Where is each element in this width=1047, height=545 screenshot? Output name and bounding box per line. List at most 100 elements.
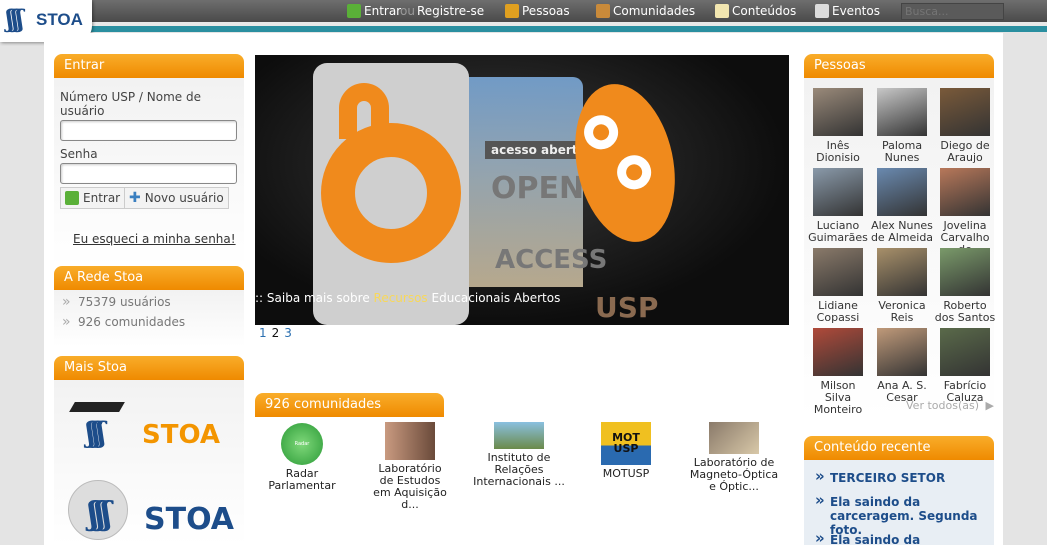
community-motusp[interactable]: MOT USP MOTUSP bbox=[596, 422, 656, 480]
communities-panel: 926 comunidades bbox=[255, 393, 444, 417]
caption-suffix: Educacionais Abertos bbox=[427, 291, 561, 305]
avatar bbox=[813, 328, 863, 376]
community-thumbnail bbox=[385, 422, 435, 460]
community-thumbnail: Radar Parlamentar bbox=[281, 423, 323, 489]
login-panel-title: Entrar bbox=[54, 54, 244, 78]
community-lab-estudos[interactable]: Laboratório de Estudos em Aquisição d... bbox=[370, 422, 450, 511]
community-name: Instituto de Relações Internacionais ... bbox=[473, 451, 565, 488]
mais-stoa-panel: Mais Stoa ʃʃʃ STOA ʃʃʃ STOA bbox=[54, 356, 244, 545]
slideshow-caption[interactable]: :: Saiba mais sobre Recursos Educacionai… bbox=[255, 291, 789, 305]
password-label: Senha bbox=[60, 147, 98, 161]
nav-login-label: Entrar bbox=[364, 4, 402, 18]
topbar-stripe bbox=[0, 26, 1047, 32]
recent-item[interactable]: Ela saindo da carceragem. bbox=[814, 531, 989, 545]
users-count[interactable]: 75379 usuários bbox=[54, 292, 244, 312]
community-radar-parlamentar[interactable]: Radar Parlamentar Radar Parlamentar bbox=[255, 423, 349, 492]
search-input[interactable] bbox=[901, 3, 1004, 20]
person-name: Paloma Nunes bbox=[881, 139, 923, 164]
community-instituto-relacoes[interactable]: Instituto de Relações Internacionais ... bbox=[464, 422, 574, 488]
community-thumbnail bbox=[494, 422, 544, 449]
rede-stoa-title: A Rede Stoa bbox=[54, 266, 244, 290]
recent-content-body: TERCEIRO SETOR Ela saindo da carceragem.… bbox=[804, 460, 994, 545]
nav-events[interactable]: Eventos bbox=[815, 4, 880, 18]
avatar bbox=[877, 248, 927, 296]
nav-register[interactable]: Registre-se bbox=[417, 4, 484, 18]
nav-contents[interactable]: Conteúdos bbox=[715, 4, 796, 18]
person-card[interactable]: Ana A. S. Cesar bbox=[870, 328, 934, 404]
pager-page-1[interactable]: 1 bbox=[259, 326, 267, 340]
mais-stoa-body: ʃʃʃ STOA ʃʃʃ STOA bbox=[54, 380, 244, 545]
avatar bbox=[813, 168, 863, 216]
featured-slideshow[interactable]: acesso aberto OPEN ACCESS USP :: Saiba m… bbox=[255, 55, 789, 325]
open-text: OPEN bbox=[491, 171, 585, 206]
person-card[interactable]: Roberto dos Santos bbox=[933, 248, 997, 324]
person-card[interactable]: Milson Silva Monteiro bbox=[806, 328, 870, 416]
person-card[interactable]: Fabrício Caluza bbox=[933, 328, 997, 404]
username-field[interactable] bbox=[60, 120, 237, 141]
arrow-right-icon: ▶ bbox=[985, 399, 994, 412]
stoa-mark-icon: ʃʃʃ bbox=[88, 494, 112, 532]
page-content: Entrar Número USP / Nome de usuário Senh… bbox=[44, 33, 1003, 545]
nav-people[interactable]: Pessoas bbox=[505, 4, 570, 18]
person-card[interactable]: Jovelina Carvalho de bbox=[933, 168, 997, 256]
person-name: Milson Silva Monteiro bbox=[813, 379, 863, 416]
plus-icon: ✚ bbox=[129, 190, 141, 206]
nav-contents-label: Conteúdos bbox=[732, 4, 797, 18]
recent-item[interactable]: Ela saindo da carceragem. Segunda foto. bbox=[814, 493, 989, 537]
new-user-button[interactable]: ✚ Novo usuário bbox=[124, 187, 229, 209]
person-name: Luciano Guimarães bbox=[808, 219, 868, 244]
person-card[interactable]: Lidiane Copassi bbox=[806, 248, 870, 324]
nav-login[interactable]: Entrar bbox=[347, 4, 401, 18]
rede-stoa-panel: A Rede Stoa 75379 usuários 926 comunidad… bbox=[54, 266, 244, 346]
forgot-password-link[interactable]: Eu esqueci a minha senha! bbox=[73, 232, 236, 246]
stoa-wiki-logo-text: STOA bbox=[144, 502, 234, 537]
community-thumbnail bbox=[709, 422, 759, 454]
avatar bbox=[940, 248, 990, 296]
see-all-people-link[interactable]: Ver todos(as) ▶ bbox=[906, 399, 994, 412]
communities-icon bbox=[596, 4, 610, 18]
mais-stoa-title: Mais Stoa bbox=[54, 356, 244, 380]
avatar bbox=[877, 88, 927, 136]
community-name: Radar Parlamentar bbox=[268, 467, 336, 492]
see-all-label: Ver todos(as) bbox=[906, 399, 979, 412]
username-label: Número USP / Nome de usuário bbox=[60, 90, 201, 118]
caption-link[interactable]: Recursos bbox=[374, 291, 428, 305]
avatar bbox=[877, 168, 927, 216]
person-card[interactable]: Inês Dionisio bbox=[806, 88, 870, 164]
person-name: Veronica Reis bbox=[878, 299, 926, 324]
people-panel-title: Pessoas bbox=[804, 54, 994, 78]
recent-item[interactable]: TERCEIRO SETOR bbox=[814, 469, 989, 485]
person-card[interactable]: Luciano Guimarães bbox=[806, 168, 870, 244]
person-name: Diego de Araujo bbox=[940, 139, 990, 164]
avatar bbox=[940, 88, 990, 136]
pager-page-2[interactable]: 2 bbox=[272, 326, 280, 340]
avatar bbox=[813, 88, 863, 136]
nav-events-label: Eventos bbox=[832, 4, 880, 18]
people-icon bbox=[505, 4, 519, 18]
community-name: Laboratório de Magneto-Óptica e Óptic... bbox=[689, 456, 779, 493]
people-panel: Pessoas Inês Dionisio Paloma Nunes Diego d… bbox=[804, 54, 997, 418]
stoa-logo-text: STOA bbox=[142, 420, 220, 450]
login-icon bbox=[347, 4, 361, 18]
recent-content-panel: Conteúdo recente TERCEIRO SETOR Ela sain… bbox=[804, 436, 994, 545]
open-access-card bbox=[313, 63, 469, 325]
login-button-label: Entrar bbox=[83, 191, 121, 205]
nav-communities[interactable]: Comunidades bbox=[596, 4, 695, 18]
avatar bbox=[940, 328, 990, 376]
person-name: Inês Dionisio bbox=[816, 139, 860, 164]
avatar bbox=[877, 328, 927, 376]
person-card[interactable]: Veronica Reis bbox=[870, 248, 934, 324]
community-lab-magneto[interactable]: Laboratório de Magneto-Óptica e Óptic... bbox=[686, 422, 782, 493]
communities-title: 926 comunidades bbox=[255, 393, 444, 417]
nav-register-label: Registre-se bbox=[417, 4, 485, 18]
person-card[interactable]: Diego de Araujo bbox=[933, 88, 997, 164]
person-card[interactable]: Alex Nunes de Almeida bbox=[870, 168, 934, 244]
person-card[interactable]: Paloma Nunes bbox=[870, 88, 934, 164]
caption-prefix: :: Saiba mais sobre bbox=[255, 291, 374, 305]
login-button[interactable]: Entrar bbox=[60, 187, 126, 209]
password-field[interactable] bbox=[60, 163, 237, 184]
contents-icon bbox=[715, 4, 729, 18]
communities-count[interactable]: 926 comunidades bbox=[54, 312, 244, 332]
pager-page-3[interactable]: 3 bbox=[284, 326, 292, 340]
new-user-button-label: Novo usuário bbox=[144, 191, 224, 205]
